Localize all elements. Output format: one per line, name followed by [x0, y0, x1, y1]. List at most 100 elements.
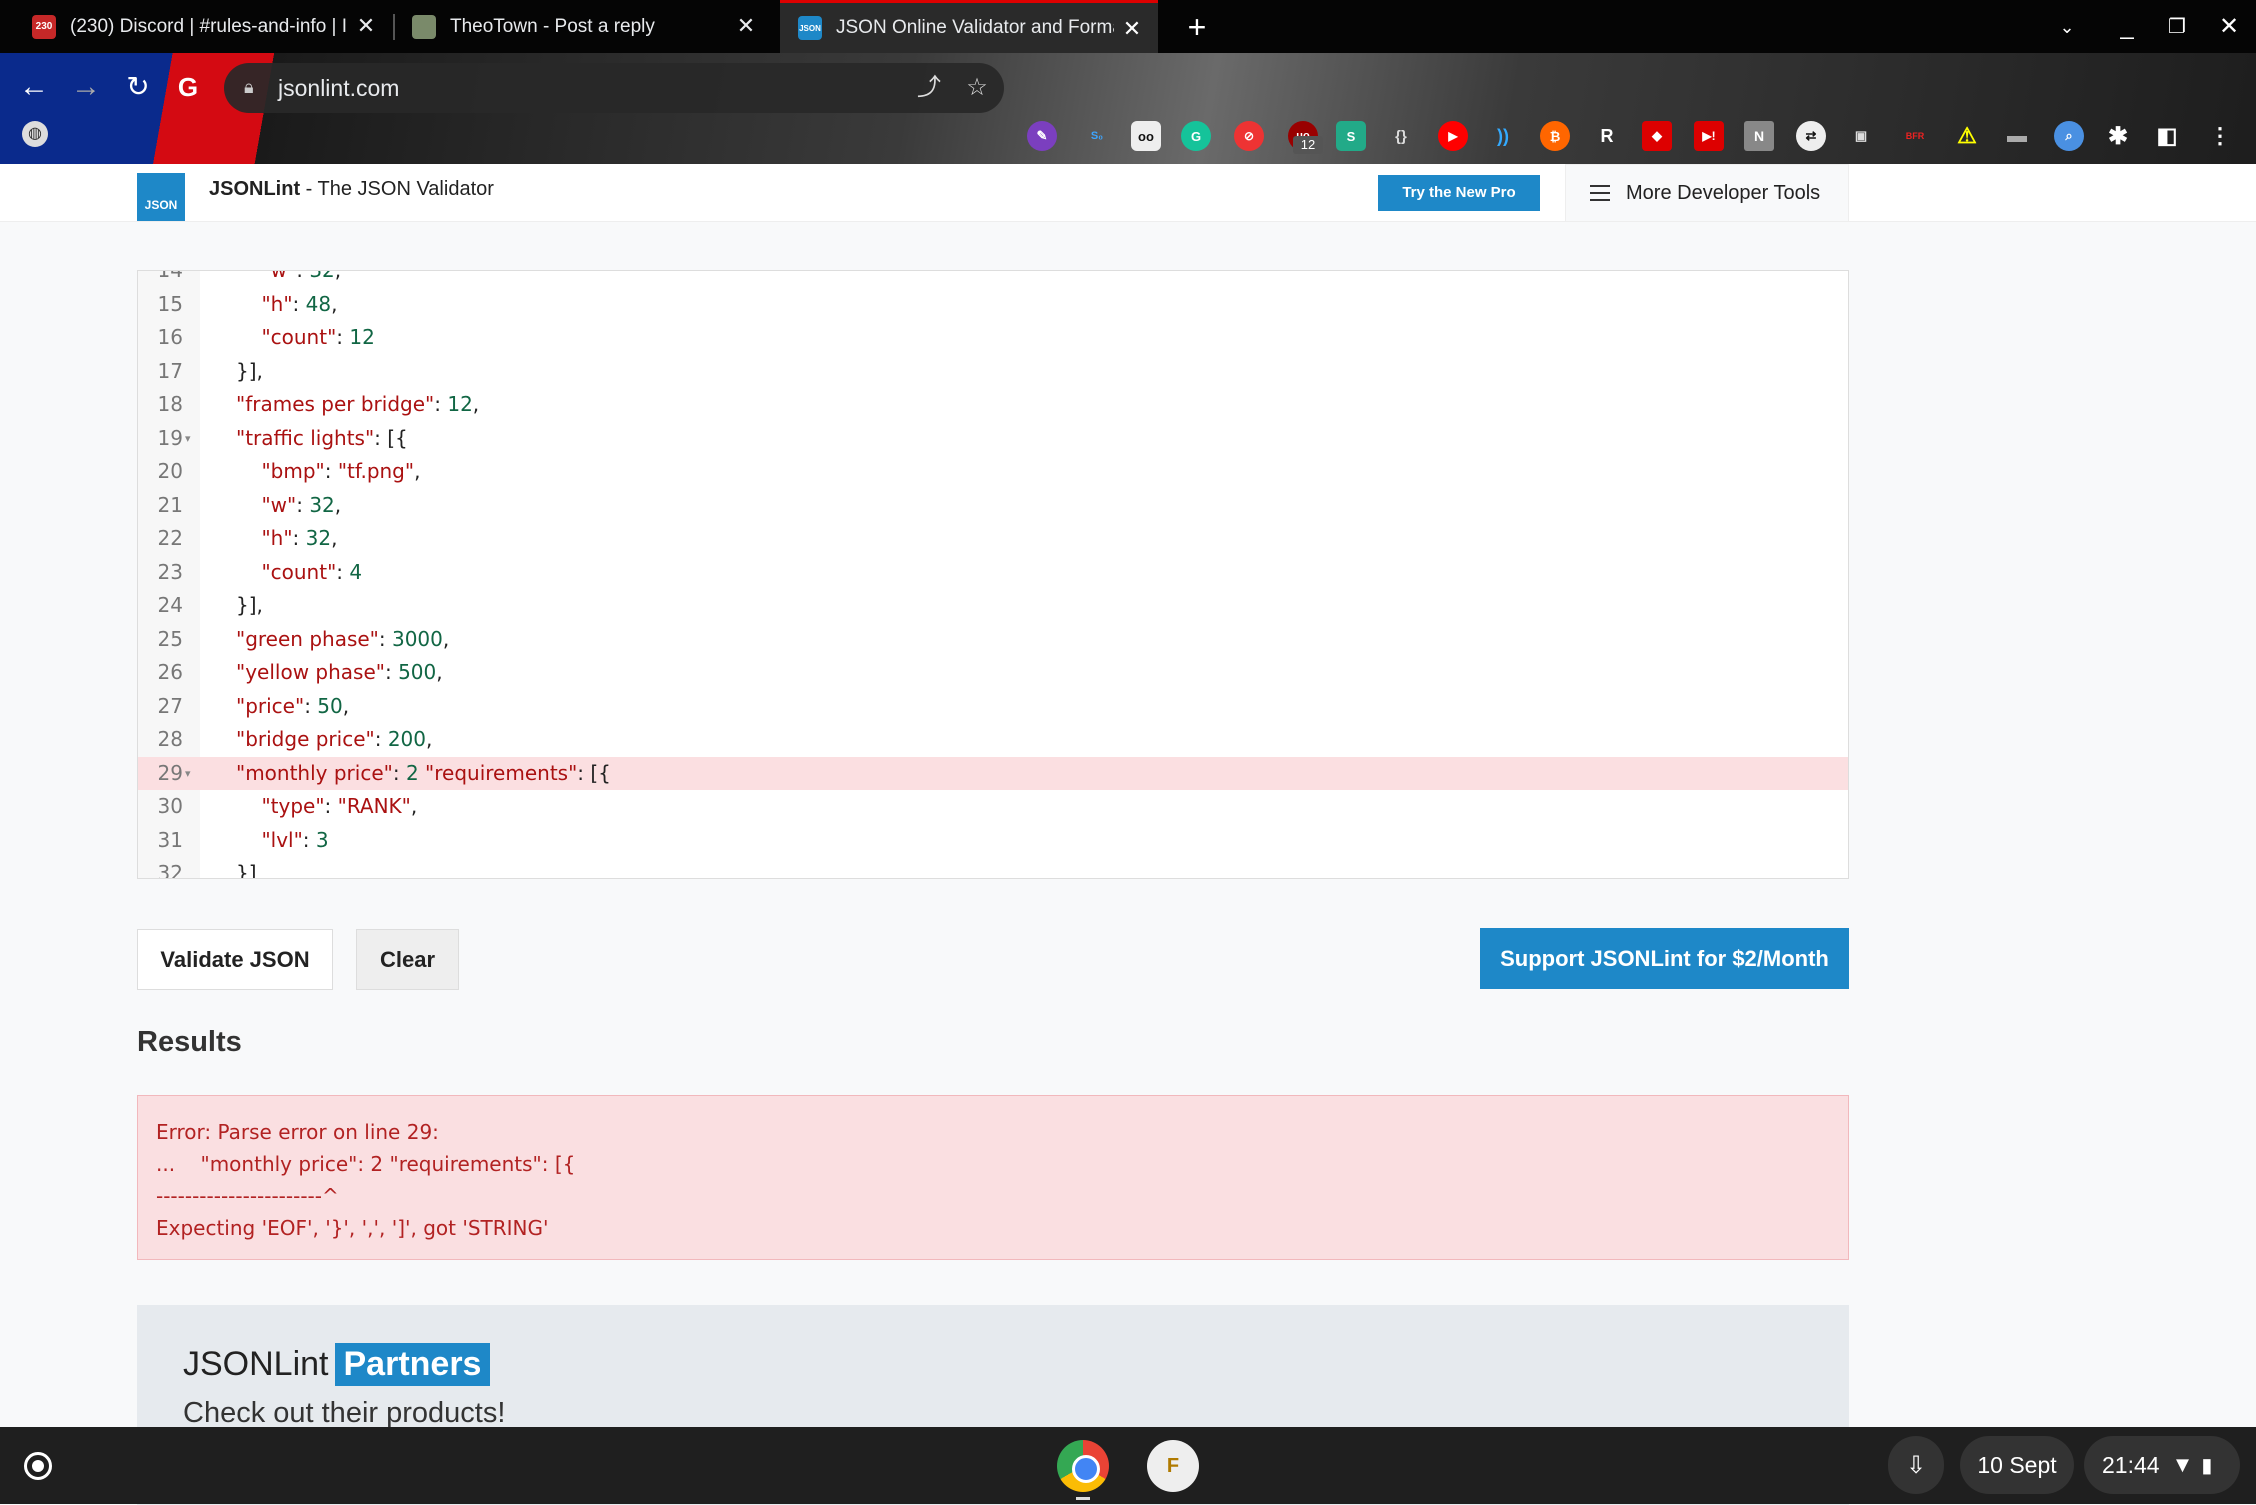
feather-extension-icon[interactable]: ✎ [1027, 121, 1057, 151]
error-line[interactable]: 29 ▾ "monthly price": 2 "requirements": [{ [138, 756, 1848, 791]
code-line[interactable]: 19 ▾ "traffic lights": [{ [138, 422, 1848, 456]
code-line[interactable]: 31 "lvl": 3 [138, 824, 1848, 858]
chrome-app-icon[interactable] [1057, 1440, 1109, 1492]
code-line[interactable]: 30 "type": "RANK", [138, 790, 1848, 824]
code-text[interactable]: "lvl": 3 [236, 824, 328, 858]
code-text[interactable]: "bmp": "tf.png", [236, 455, 420, 489]
code-line[interactable]: 22 "h": 32, [138, 522, 1848, 556]
tab-discord[interactable]: 230 (230) Discord | #rules-and-info | I … [32, 0, 392, 53]
globe-bookmark-icon[interactable]: ◍ [22, 121, 48, 147]
n-extension-icon[interactable]: N [1744, 121, 1774, 151]
side-panel-icon[interactable]: ◧ [2152, 121, 2182, 151]
code-line[interactable]: 27 "price": 50, [138, 690, 1848, 724]
json-extension-icon[interactable]: {} [1386, 121, 1416, 151]
code-line[interactable]: 25 "green phase": 3000, [138, 623, 1848, 657]
tab-search-icon[interactable]: ⌄ [2050, 10, 2084, 44]
roblox-extension-icon[interactable]: ◆ [1642, 121, 1672, 151]
reload-icon[interactable]: ↻ [118, 67, 158, 107]
code-text[interactable]: "bridge price": 200, [236, 723, 432, 757]
folder-extension-icon[interactable]: ▬ [2002, 121, 2032, 151]
search-extension-icon[interactable]: ⌕ [2054, 121, 2084, 151]
files-app-icon[interactable]: F [1147, 1440, 1199, 1492]
code-line[interactable]: 21 "w": 32, [138, 489, 1848, 523]
launcher-icon[interactable] [24, 1452, 52, 1480]
restore-icon[interactable]: ❐ [2160, 10, 2194, 44]
code-line[interactable]: 26 "yellow phase": 500, [138, 656, 1848, 690]
date-pill[interactable]: 10 Sept [1960, 1436, 2074, 1494]
minimize-icon[interactable]: _ [2110, 10, 2144, 44]
code-line[interactable]: 23 "count": 4 [138, 556, 1848, 590]
code-text[interactable]: }], [236, 355, 263, 389]
code-text[interactable]: }] [236, 857, 257, 878]
orange-extension-icon[interactable]: ₿ [1540, 121, 1570, 151]
tote-icon[interactable]: ⇩ [1888, 1436, 1944, 1494]
code-text[interactable]: "yellow phase": 500, [236, 656, 443, 690]
code-line[interactable]: 24}], [138, 589, 1848, 623]
code-text[interactable]: }], [236, 589, 263, 623]
close-tab-icon[interactable]: ✕ [1120, 17, 1144, 41]
close-tab-icon[interactable]: ✕ [734, 14, 758, 38]
code-text[interactable]: "count": 4 [236, 556, 362, 590]
translate-extension-icon[interactable]: S₀ [1082, 121, 1112, 151]
back-icon[interactable]: ← [14, 67, 54, 107]
code-line[interactable]: 15 "h": 48, [138, 288, 1848, 322]
youtube-extension-icon[interactable]: ▶ [1438, 121, 1468, 151]
tab-jsonlint[interactable]: JSON JSON Online Validator and Formatter… [780, 0, 1158, 53]
code-text[interactable]: "count": 12 [236, 321, 374, 355]
puzzle-extensions-icon[interactable]: ✱ [2103, 121, 2133, 151]
browser-toolbar: ← → ↻ G 🔒︎ jsonlint.com ⤴ ☆ ✎ S₀ oo G ⊘ … [0, 53, 2256, 164]
code-line[interactable]: 18 "frames per bridge": 12, [138, 388, 1848, 422]
address-bar[interactable]: 🔒︎ jsonlint.com ⤴ ☆ [224, 63, 1004, 113]
clear-button[interactable]: Clear [356, 929, 459, 990]
code-text[interactable]: "type": "RANK", [236, 790, 417, 824]
try-pro-button[interactable]: Try the New Pro [1378, 175, 1540, 211]
fold-arrow-icon[interactable]: ▾ [185, 422, 191, 456]
jsonlint-logo[interactable]: JSON [137, 173, 185, 221]
r-extension-icon[interactable]: R [1592, 121, 1622, 151]
window-close-icon[interactable]: ✕ [2212, 10, 2246, 44]
support-jsonlint-button[interactable]: Support JSONLint for $2/Month [1480, 928, 1849, 989]
code-text[interactable]: "frames per bridge": 12, [236, 388, 479, 422]
code-text[interactable]: "monthly price": 2 "requirements": [{ [236, 757, 611, 791]
share-icon[interactable]: ⤴ [914, 73, 944, 103]
code-line[interactable]: 28 "bridge price": 200, [138, 723, 1848, 757]
close-tab-icon[interactable]: ✕ [354, 14, 378, 38]
validate-json-button[interactable]: Validate JSON [137, 929, 333, 990]
code-text[interactable]: "w": 32, [236, 271, 341, 288]
ghostery-extension-icon[interactable]: oo [1131, 121, 1161, 151]
blocker-extension-icon[interactable]: ⊘ [1234, 121, 1264, 151]
menu-kebab-icon[interactable]: ⋮ [2205, 121, 2235, 151]
site-title[interactable]: JSONLint - The JSON Validator [209, 178, 494, 201]
swap-extension-icon[interactable]: ⇄ [1796, 121, 1826, 151]
code-text[interactable]: "green phase": 3000, [236, 623, 449, 657]
camera-extension-icon[interactable]: ▣ [1846, 121, 1876, 151]
more-developer-tools-button[interactable]: More Developer Tools [1565, 164, 1849, 222]
url-text[interactable]: jsonlint.com [278, 75, 399, 102]
code-line[interactable]: 20 "bmp": "tf.png", [138, 455, 1848, 489]
tab-theotown[interactable]: TheoTown - Post a reply ✕ [412, 0, 772, 53]
s-extension-icon[interactable]: S [1336, 121, 1366, 151]
code-text[interactable]: "h": 48, [236, 288, 337, 322]
lock-icon[interactable]: 🔒︎ [244, 77, 260, 99]
google-icon[interactable]: G [168, 67, 208, 107]
line-number: 29 [157, 760, 183, 785]
status-tray[interactable]: 21:44 ▼ ▮ [2084, 1436, 2240, 1494]
bookmark-extension-icon[interactable]: ▶! [1694, 121, 1724, 151]
code-line[interactable]: 14 "w": 32, [138, 271, 1848, 288]
code-line[interactable]: 32}] [138, 857, 1848, 878]
forward-icon[interactable]: → [66, 67, 106, 107]
code-text[interactable]: "price": 50, [236, 690, 349, 724]
bfr-extension-icon[interactable]: BFR [1897, 121, 1933, 151]
code-text[interactable]: "h": 32, [236, 522, 337, 556]
grammarly-extension-icon[interactable]: G [1181, 121, 1211, 151]
code-text[interactable]: "traffic lights": [{ [236, 422, 408, 456]
new-tab-icon[interactable]: + [1180, 10, 1214, 44]
warning-extension-icon[interactable]: ⚠ [1952, 121, 1982, 151]
code-line[interactable]: 16 "count": 12 [138, 321, 1848, 355]
json-editor[interactable]: 14 "w": 32, 15 "h": 48, 16 "count": 12 17}]… [137, 270, 1849, 879]
audio-extension-icon[interactable]: )) [1488, 121, 1518, 151]
code-text[interactable]: "w": 32, [236, 489, 341, 523]
bookmark-star-icon[interactable]: ☆ [962, 73, 992, 103]
code-line[interactable]: 17}], [138, 355, 1848, 389]
fold-arrow-icon[interactable]: ▾ [185, 757, 191, 791]
